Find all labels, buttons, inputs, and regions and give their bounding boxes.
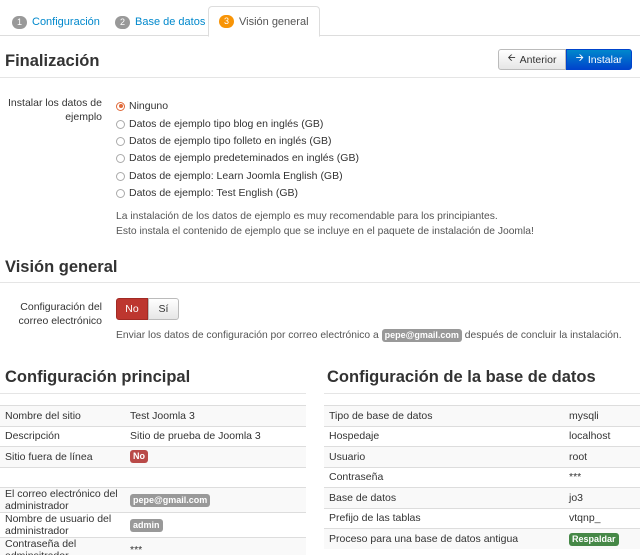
row-value: Sitio de prueba de Joomla 3 [125,425,306,447]
radio-option-folleto[interactable]: Datos de ejemplo tipo folleto en inglés … [116,134,332,148]
row-key: Prefijo de las tablas [324,507,564,529]
db-config-title: Configuración de la base de datos [327,368,596,386]
row-key: Hospedaje [324,425,564,447]
tab-configuracion[interactable]: 1 Configuración [12,8,100,36]
tab-label: Visión general [239,15,309,28]
email-config-help: Enviar los datos de configuración por co… [116,329,622,343]
sample-data-help-line-1: La instalación de los datos de ejemplo e… [116,211,498,222]
sample-data-label: Instalar los datos de ejemplo [8,97,102,123]
tab-base-de-datos[interactable]: 2 Base de datos [115,8,205,36]
radio-option-learn[interactable]: Datos de ejemplo: Learn Joomla English (… [116,169,343,183]
main-config-table: Nombre del sitio Test Joomla 3 Descripció… [0,405,306,555]
row-value: *** [125,537,306,555]
email-help-text: Enviar los datos de configuración por co… [116,330,379,341]
arrow-left-icon: 🡨 [507,53,516,64]
divider [324,393,640,394]
radio-option-ninguno[interactable]: Ninguno [116,99,168,113]
radio-icon[interactable] [116,119,125,129]
table-row-blank [0,466,306,488]
radio-selected-icon[interactable] [116,101,125,111]
email-config-toggle: No Sí [116,298,179,320]
row-value: *** [564,466,640,488]
row-value: root [564,446,640,467]
previous-button-label: Anterior [519,53,557,66]
step-number-badge: 3 [219,15,234,28]
radio-icon[interactable] [116,188,125,198]
radio-icon[interactable] [116,171,125,181]
install-button-label: Instalar [587,53,623,66]
tab-label: Base de datos [135,16,206,28]
si-toggle-button[interactable]: Sí [148,298,179,320]
row-value: vtqnp_ [564,507,640,529]
table-row: Contraseña del adminsitrador*** [0,537,306,555]
divider [0,77,640,78]
table-row: Tipo de base de datos mysqli [324,405,640,426]
admin-username-badge: admin [130,518,163,532]
email-config-label: Configuración del correo electrónico [18,301,102,327]
row-value: Test Joomla 3 [125,405,306,426]
page-title: Finalización [5,52,100,70]
table-row: El correo electrónico del administrador p… [0,487,306,513]
row-key: Proceso para una base de datos antigua [324,528,564,549]
tab-label: Configuración [32,16,100,28]
table-row: Contraseña *** [324,466,640,488]
divider [0,393,306,394]
radio-option-predeterminados[interactable]: Datos de ejemplo predeteminados en inglé… [116,151,359,165]
overview-title: Visión general [5,258,118,276]
email-badge: pepe@gmail.com [381,329,462,342]
table-row: Descripción Sitio de prueba de Joomla 3 [0,425,306,447]
row-key: El correo electrónico del administrador [0,487,125,513]
row-value: jo3 [564,487,640,508]
row-key: Descripción [0,425,125,447]
previous-button[interactable]: 🡨 Anterior [498,49,566,70]
tab-vision-general[interactable]: 3 Visión general [208,6,320,37]
table-row: Nombre de usuario del administrador admin [0,512,306,538]
table-row: Sitio fuera de línea No [0,446,306,467]
row-key: Contraseña del adminsitrador [0,537,125,555]
radio-icon[interactable] [116,153,125,163]
backup-status-badge: Respaldar [569,532,619,546]
main-config-title: Configuración principal [5,368,191,386]
table-row: Proceso para una base de datos antigua Re… [324,528,640,549]
row-value: mysqli [564,405,640,426]
radio-icon[interactable] [116,136,125,146]
no-toggle-button[interactable]: No [116,298,148,320]
table-row: Prefijo de las tablas vtqnp_ [324,507,640,529]
radio-label: Datos de ejemplo: Learn Joomla English (… [129,170,343,182]
row-key: Nombre de usuario del administrador [0,512,125,538]
table-row: Nombre del sitio Test Joomla 3 [0,405,306,426]
radio-option-blog[interactable]: Datos de ejemplo tipo blog en inglés (GB… [116,117,323,131]
step-number-badge: 1 [12,15,27,29]
table-row: Usuario root [324,446,640,467]
radio-label: Datos de ejemplo tipo folleto en inglés … [129,135,332,147]
row-value: localhost [564,425,640,447]
radio-label: Datos de ejemplo tipo blog en inglés (GB… [129,118,324,130]
radio-label: Datos de ejemplo: Test English (GB) [129,187,299,199]
table-row: Hospedaje localhost [324,425,640,447]
wizard-tabs: 1 Configuración 2 Base de datos 3 Visión… [0,0,640,37]
row-key: Base de datos [324,487,564,508]
radio-label: Ninguno [129,100,169,112]
install-button[interactable]: 🡪 Instalar [566,49,632,70]
step-number-badge: 2 [115,15,130,29]
row-key: Usuario [324,446,564,467]
db-config-table: Tipo de base de datos mysqli Hospedaje loc… [324,405,640,549]
divider [0,282,640,283]
row-key: Sitio fuera de línea [0,446,125,467]
navigation-buttons: 🡨 Anterior 🡪 Instalar [498,49,632,70]
row-key: Tipo de base de datos [324,405,564,426]
sample-data-help-line-2: Esto instala el contenido de ejemplo que… [116,226,534,237]
offline-status-badge: No [130,450,148,464]
admin-email-badge: pepe@gmail.com [130,493,211,507]
row-key: Contraseña [324,466,564,488]
radio-option-test[interactable]: Datos de ejemplo: Test English (GB) [116,186,298,200]
table-row: Base de datos jo3 [324,487,640,508]
radio-label: Datos de ejemplo predeteminados en inglé… [129,152,359,164]
arrow-right-icon: 🡪 [575,53,584,64]
email-help-text-after: después de concluir la instalación. [464,330,622,341]
row-key: Nombre del sitio [0,405,125,426]
